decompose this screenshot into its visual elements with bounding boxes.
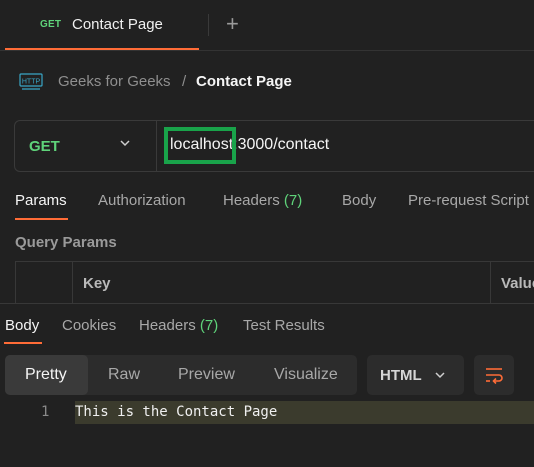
response-tab-body[interactable]: Body bbox=[5, 317, 39, 334]
view-mode-preview[interactable]: Preview bbox=[178, 366, 235, 384]
table-column-divider bbox=[490, 261, 491, 303]
wrap-lines-icon bbox=[486, 368, 503, 385]
response-tab-headers-label: Headers bbox=[139, 317, 196, 334]
column-header-key: Key bbox=[83, 275, 111, 292]
tab-title[interactable]: Contact Page bbox=[72, 16, 163, 33]
table-column-divider bbox=[72, 261, 73, 303]
svg-text:HTTP: HTTP bbox=[22, 79, 41, 86]
breadcrumb-request-name[interactable]: Contact Page bbox=[196, 73, 292, 90]
chevron-down-icon bbox=[120, 140, 130, 147]
tab-params[interactable]: Params bbox=[15, 192, 67, 209]
new-tab-button[interactable]: + bbox=[226, 11, 239, 37]
breadcrumb-separator: / bbox=[182, 73, 187, 90]
response-tab-cookies[interactable]: Cookies bbox=[62, 317, 116, 334]
response-body-text[interactable]: This is the Contact Page bbox=[75, 404, 277, 420]
view-mode-pretty[interactable]: Pretty bbox=[25, 366, 67, 384]
line-number: 1 bbox=[41, 404, 50, 420]
tab-headers[interactable]: Headers (7) bbox=[223, 192, 302, 209]
response-tab-headers[interactable]: Headers (7) bbox=[139, 317, 218, 334]
tab-body[interactable]: Body bbox=[342, 192, 376, 209]
query-params-title: Query Params bbox=[15, 234, 117, 251]
method-label: GET bbox=[29, 138, 60, 155]
format-label: HTML bbox=[380, 367, 422, 384]
headers-count: (7) bbox=[283, 192, 303, 209]
active-tab-indicator bbox=[15, 218, 68, 220]
response-tab-test-results[interactable]: Test Results bbox=[243, 317, 325, 334]
response-active-tab-indicator bbox=[4, 342, 42, 344]
tab-divider bbox=[208, 14, 209, 36]
tab-authorization[interactable]: Authorization bbox=[98, 192, 186, 209]
tab-pre-request-script[interactable]: Pre-request Script bbox=[408, 192, 529, 209]
column-header-value: Value bbox=[501, 275, 534, 292]
breadcrumb-collection[interactable]: Geeks for Geeks bbox=[58, 73, 171, 90]
chevron-down-icon bbox=[435, 372, 445, 379]
tab-method-label: GET bbox=[40, 19, 62, 30]
url-divider bbox=[156, 121, 157, 171]
view-mode-visualize[interactable]: Visualize bbox=[274, 366, 338, 384]
tab-headers-label: Headers bbox=[223, 192, 280, 209]
highlight-box bbox=[164, 127, 236, 164]
response-headers-count: (7) bbox=[199, 317, 219, 334]
view-mode-raw[interactable]: Raw bbox=[108, 366, 140, 384]
http-icon: HTTP bbox=[19, 73, 43, 90]
